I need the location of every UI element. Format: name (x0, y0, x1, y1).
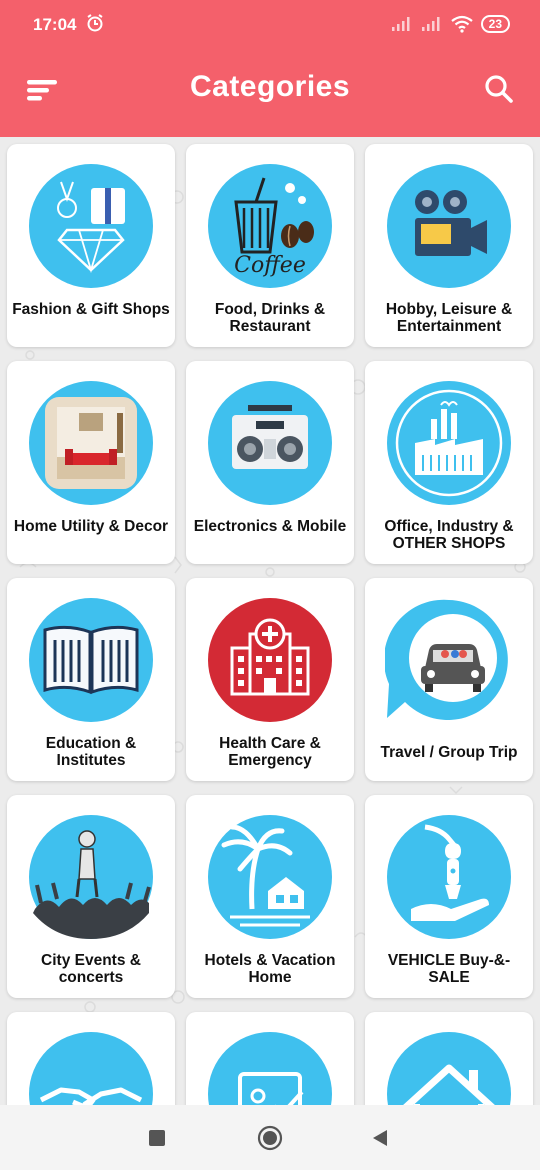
boombox-icon (208, 381, 332, 505)
home-decor-icon (29, 381, 153, 505)
category-card-real-estate[interactable] (365, 1012, 533, 1105)
category-card-office-industry[interactable]: Office, Industry & OTHER SHOPS (365, 361, 533, 564)
app-bar: Categories (0, 50, 540, 137)
category-card-travel[interactable]: Travel / Group Trip (365, 578, 533, 781)
category-label: Home Utility & Decor (13, 518, 169, 535)
hospital-icon (208, 598, 332, 722)
category-card-partnership[interactable] (7, 1012, 175, 1105)
category-card-fashion[interactable]: Fashion & Gift Shops (7, 144, 175, 347)
battery-indicator: 23 (480, 15, 510, 33)
category-label: Hobby, Leisure & Entertainment (385, 301, 513, 335)
category-label: Hotels & Vacation Home (204, 952, 336, 986)
search-icon[interactable] (484, 74, 514, 104)
signal-icon (391, 17, 410, 31)
signal-icon (421, 17, 440, 31)
concert-icon (29, 815, 153, 939)
status-bar: 17:04 23 (0, 0, 540, 50)
category-label: Travel / Group Trip (380, 744, 518, 761)
factory-icon (387, 381, 511, 505)
category-label: VEHICLE Buy-&-SALE (387, 952, 511, 986)
status-time: 17:04 (33, 15, 77, 34)
fashion-gift-icon (29, 164, 153, 288)
category-card-food[interactable]: Coffee Food, Drinks & Restaurant (186, 144, 354, 347)
wifi-icon (450, 15, 473, 33)
status-icons: 23 (391, 13, 510, 35)
category-card-hobby[interactable]: Hobby, Leisure & Entertainment (365, 144, 533, 347)
car-key-icon (387, 815, 511, 939)
recents-icon[interactable] (149, 1130, 165, 1146)
projector-icon (387, 164, 511, 288)
category-label: Education & Institutes (45, 735, 137, 769)
category-label: Electronics & Mobile (193, 518, 347, 535)
category-card-documents[interactable] (186, 1012, 354, 1105)
category-card-electronics[interactable]: Electronics & Mobile (186, 361, 354, 564)
book-icon (29, 598, 153, 722)
back-icon[interactable] (371, 1129, 389, 1147)
category-label: Fashion & Gift Shops (12, 301, 170, 318)
category-card-home-utility[interactable]: Home Utility & Decor (7, 361, 175, 564)
category-card-education[interactable]: Education & Institutes (7, 578, 175, 781)
car-pin-icon (385, 599, 508, 720)
category-card-health[interactable]: Health Care & Emergency (186, 578, 354, 781)
house-icon (387, 1032, 511, 1105)
document-check-icon (208, 1032, 332, 1105)
home-icon[interactable] (257, 1125, 283, 1151)
category-card-vehicle[interactable]: VEHICLE Buy-&-SALE (365, 795, 533, 998)
category-card-hotels[interactable]: Hotels & Vacation Home (186, 795, 354, 998)
category-grid: Fashion & Gift Shops Coffee Food, Drinks… (0, 137, 540, 1105)
category-label: Food, Drinks & Restaurant (214, 301, 326, 335)
handshake-icon (29, 1032, 153, 1105)
category-label: City Events & concerts (41, 952, 141, 986)
system-nav-bar (0, 1105, 540, 1170)
svg-text:Coffee: Coffee (234, 253, 306, 278)
coffee-icon: Coffee (208, 164, 332, 288)
category-card-city-events[interactable]: City Events & concerts (7, 795, 175, 998)
palm-hotel-icon (208, 815, 332, 939)
page-title: Categories (189, 70, 351, 103)
category-label: Office, Industry & OTHER SHOPS (384, 518, 514, 552)
alarm-icon (87, 14, 103, 32)
category-label: Health Care & Emergency (219, 735, 321, 769)
